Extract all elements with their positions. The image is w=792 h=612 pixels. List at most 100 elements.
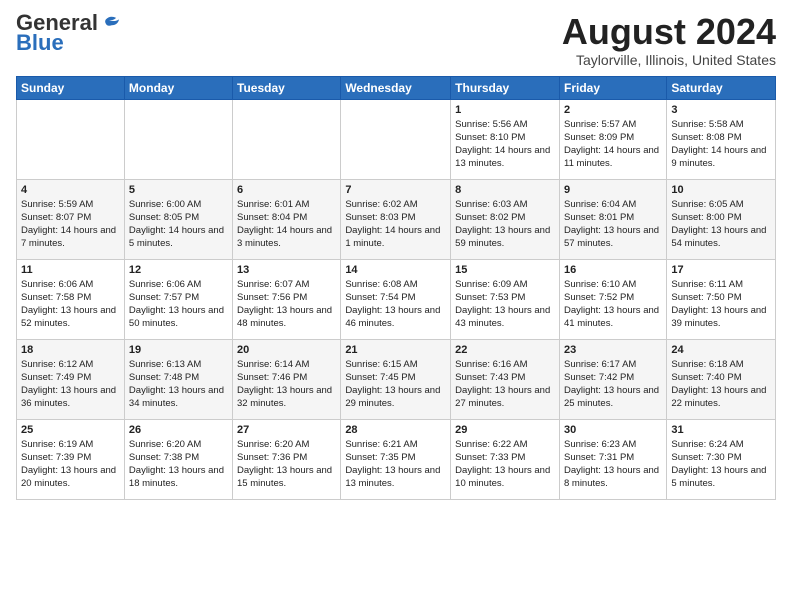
sunrise-label: Sunrise: 6:08 AM: [345, 279, 417, 290]
day-number: 11: [21, 263, 120, 278]
day-number: 12: [129, 263, 228, 278]
calendar-week-row: 25Sunrise: 6:19 AMSunset: 7:39 PMDayligh…: [17, 419, 776, 499]
daylight-label: Daylight: 13 hours and 39 minutes.: [671, 305, 766, 329]
day-number: 4: [21, 183, 120, 198]
sunset-label: Sunset: 7:33 PM: [455, 452, 525, 463]
calendar-header-wednesday: Wednesday: [341, 76, 451, 99]
sunrise-label: Sunrise: 6:19 AM: [21, 439, 93, 450]
day-number: 26: [129, 423, 228, 438]
sunrise-label: Sunrise: 6:13 AM: [129, 359, 201, 370]
sunset-label: Sunset: 7:58 PM: [21, 292, 91, 303]
daylight-label: Daylight: 13 hours and 22 minutes.: [671, 385, 766, 409]
sunset-label: Sunset: 8:00 PM: [671, 212, 741, 223]
calendar-cell-30: 30Sunrise: 6:23 AMSunset: 7:31 PMDayligh…: [559, 419, 666, 499]
sunset-label: Sunset: 7:38 PM: [129, 452, 199, 463]
calendar-cell-17: 17Sunrise: 6:11 AMSunset: 7:50 PMDayligh…: [667, 259, 776, 339]
day-number: 3: [671, 103, 771, 118]
sunrise-label: Sunrise: 6:07 AM: [237, 279, 309, 290]
daylight-label: Daylight: 13 hours and 54 minutes.: [671, 225, 766, 249]
calendar-cell-29: 29Sunrise: 6:22 AMSunset: 7:33 PMDayligh…: [451, 419, 560, 499]
calendar-cell-26: 26Sunrise: 6:20 AMSunset: 7:38 PMDayligh…: [124, 419, 232, 499]
daylight-label: Daylight: 14 hours and 1 minute.: [345, 225, 440, 249]
logo: General Blue: [16, 12, 122, 56]
day-number: 28: [345, 423, 446, 438]
calendar-cell-6: 6Sunrise: 6:01 AMSunset: 8:04 PMDaylight…: [233, 179, 341, 259]
calendar-cell-2: 2Sunrise: 5:57 AMSunset: 8:09 PMDaylight…: [559, 99, 666, 179]
calendar-cell-empty: [124, 99, 232, 179]
daylight-label: Daylight: 13 hours and 5 minutes.: [671, 465, 766, 489]
sunrise-label: Sunrise: 6:15 AM: [345, 359, 417, 370]
sunrise-label: Sunrise: 6:09 AM: [455, 279, 527, 290]
sunset-label: Sunset: 7:45 PM: [345, 372, 415, 383]
day-number: 27: [237, 423, 336, 438]
sunset-label: Sunset: 7:42 PM: [564, 372, 634, 383]
daylight-label: Daylight: 13 hours and 13 minutes.: [345, 465, 440, 489]
day-number: 15: [455, 263, 555, 278]
sunrise-label: Sunrise: 6:04 AM: [564, 199, 636, 210]
calendar-cell-empty: [17, 99, 125, 179]
calendar-cell-4: 4Sunrise: 5:59 AM Sunset: 8:07 PM Daylight…: [17, 179, 125, 259]
calendar-cell-11: 11Sunrise: 6:06 AMSunset: 7:58 PMDayligh…: [17, 259, 125, 339]
calendar-week-row: 1Sunrise: 5:56 AMSunset: 8:10 PMDaylight…: [17, 99, 776, 179]
calendar-cell-3: 3Sunrise: 5:58 AMSunset: 8:08 PMDaylight…: [667, 99, 776, 179]
calendar-cell-27: 27Sunrise: 6:20 AMSunset: 7:36 PMDayligh…: [233, 419, 341, 499]
sunset-label: Sunset: 7:54 PM: [345, 292, 415, 303]
day-number: 29: [455, 423, 555, 438]
calendar-cell-20: 20Sunrise: 6:14 AMSunset: 7:46 PMDayligh…: [233, 339, 341, 419]
sunrise-label: Sunrise: 5:59 AM: [21, 199, 93, 210]
logo-blue-text: Blue: [16, 30, 64, 56]
sunrise-label: Sunrise: 6:06 AM: [129, 279, 201, 290]
page-container: General Blue August 2024 Taylorville, Il…: [0, 0, 792, 508]
calendar-cell-25: 25Sunrise: 6:19 AMSunset: 7:39 PMDayligh…: [17, 419, 125, 499]
day-number: 13: [237, 263, 336, 278]
sunset-label: Sunset: 7:52 PM: [564, 292, 634, 303]
calendar-cell-5: 5Sunrise: 6:00 AMSunset: 8:05 PMDaylight…: [124, 179, 232, 259]
calendar-cell-1: 1Sunrise: 5:56 AMSunset: 8:10 PMDaylight…: [451, 99, 560, 179]
day-number: 19: [129, 343, 228, 358]
sunset-label: Sunset: 8:07 PM: [21, 212, 91, 223]
calendar-week-row: 4Sunrise: 5:59 AM Sunset: 8:07 PM Daylight…: [17, 179, 776, 259]
day-number: 21: [345, 343, 446, 358]
day-number: 16: [564, 263, 662, 278]
daylight-label: Daylight: 14 hours and 13 minutes.: [455, 145, 550, 169]
location-title: Taylorville, Illinois, United States: [562, 52, 776, 68]
daylight-label: Daylight: 13 hours and 15 minutes.: [237, 465, 332, 489]
sunset-label: Sunset: 8:05 PM: [129, 212, 199, 223]
calendar-cell-empty: [233, 99, 341, 179]
daylight-label: Daylight: 13 hours and 27 minutes.: [455, 385, 550, 409]
calendar-week-row: 18Sunrise: 6:12 AMSunset: 7:49 PMDayligh…: [17, 339, 776, 419]
calendar-cell-22: 22Sunrise: 6:16 AMSunset: 7:43 PMDayligh…: [451, 339, 560, 419]
sunset-label: Sunset: 8:09 PM: [564, 132, 634, 143]
calendar-cell-19: 19Sunrise: 6:13 AMSunset: 7:48 PMDayligh…: [124, 339, 232, 419]
daylight-label: Daylight: 13 hours and 48 minutes.: [237, 305, 332, 329]
sunset-label: Sunset: 8:01 PM: [564, 212, 634, 223]
sunrise-label: Sunrise: 6:12 AM: [21, 359, 93, 370]
daylight-label: Daylight: 14 hours and 5 minutes.: [129, 225, 224, 249]
sunrise-label: Sunrise: 6:10 AM: [564, 279, 636, 290]
day-number: 31: [671, 423, 771, 438]
calendar-cell-28: 28Sunrise: 6:21 AMSunset: 7:35 PMDayligh…: [341, 419, 451, 499]
sunrise-label: Sunrise: 6:24 AM: [671, 439, 743, 450]
sunrise-label: Sunrise: 6:16 AM: [455, 359, 527, 370]
sunset-label: Sunset: 7:57 PM: [129, 292, 199, 303]
daylight-label: Daylight: 14 hours and 9 minutes.: [671, 145, 766, 169]
sunset-label: Sunset: 7:53 PM: [455, 292, 525, 303]
sunset-label: Sunset: 7:49 PM: [21, 372, 91, 383]
sunset-label: Sunset: 7:35 PM: [345, 452, 415, 463]
daylight-label: Daylight: 13 hours and 36 minutes.: [21, 385, 116, 409]
day-number: 8: [455, 183, 555, 198]
calendar-cell-18: 18Sunrise: 6:12 AMSunset: 7:49 PMDayligh…: [17, 339, 125, 419]
calendar-cell-7: 7Sunrise: 6:02 AMSunset: 8:03 PMDaylight…: [341, 179, 451, 259]
calendar-cell-8: 8Sunrise: 6:03 AMSunset: 8:02 PMDaylight…: [451, 179, 560, 259]
calendar-header-sunday: Sunday: [17, 76, 125, 99]
day-number: 7: [345, 183, 446, 198]
day-number: 17: [671, 263, 771, 278]
daylight-label: Daylight: 13 hours and 32 minutes.: [237, 385, 332, 409]
sunset-label: Sunset: 7:30 PM: [671, 452, 741, 463]
day-number: 6: [237, 183, 336, 198]
daylight-label: Daylight: 14 hours and 7 minutes.: [21, 225, 116, 249]
sunrise-label: Sunrise: 6:20 AM: [129, 439, 201, 450]
day-number: 9: [564, 183, 662, 198]
sunset-label: Sunset: 7:43 PM: [455, 372, 525, 383]
day-number: 2: [564, 103, 662, 118]
